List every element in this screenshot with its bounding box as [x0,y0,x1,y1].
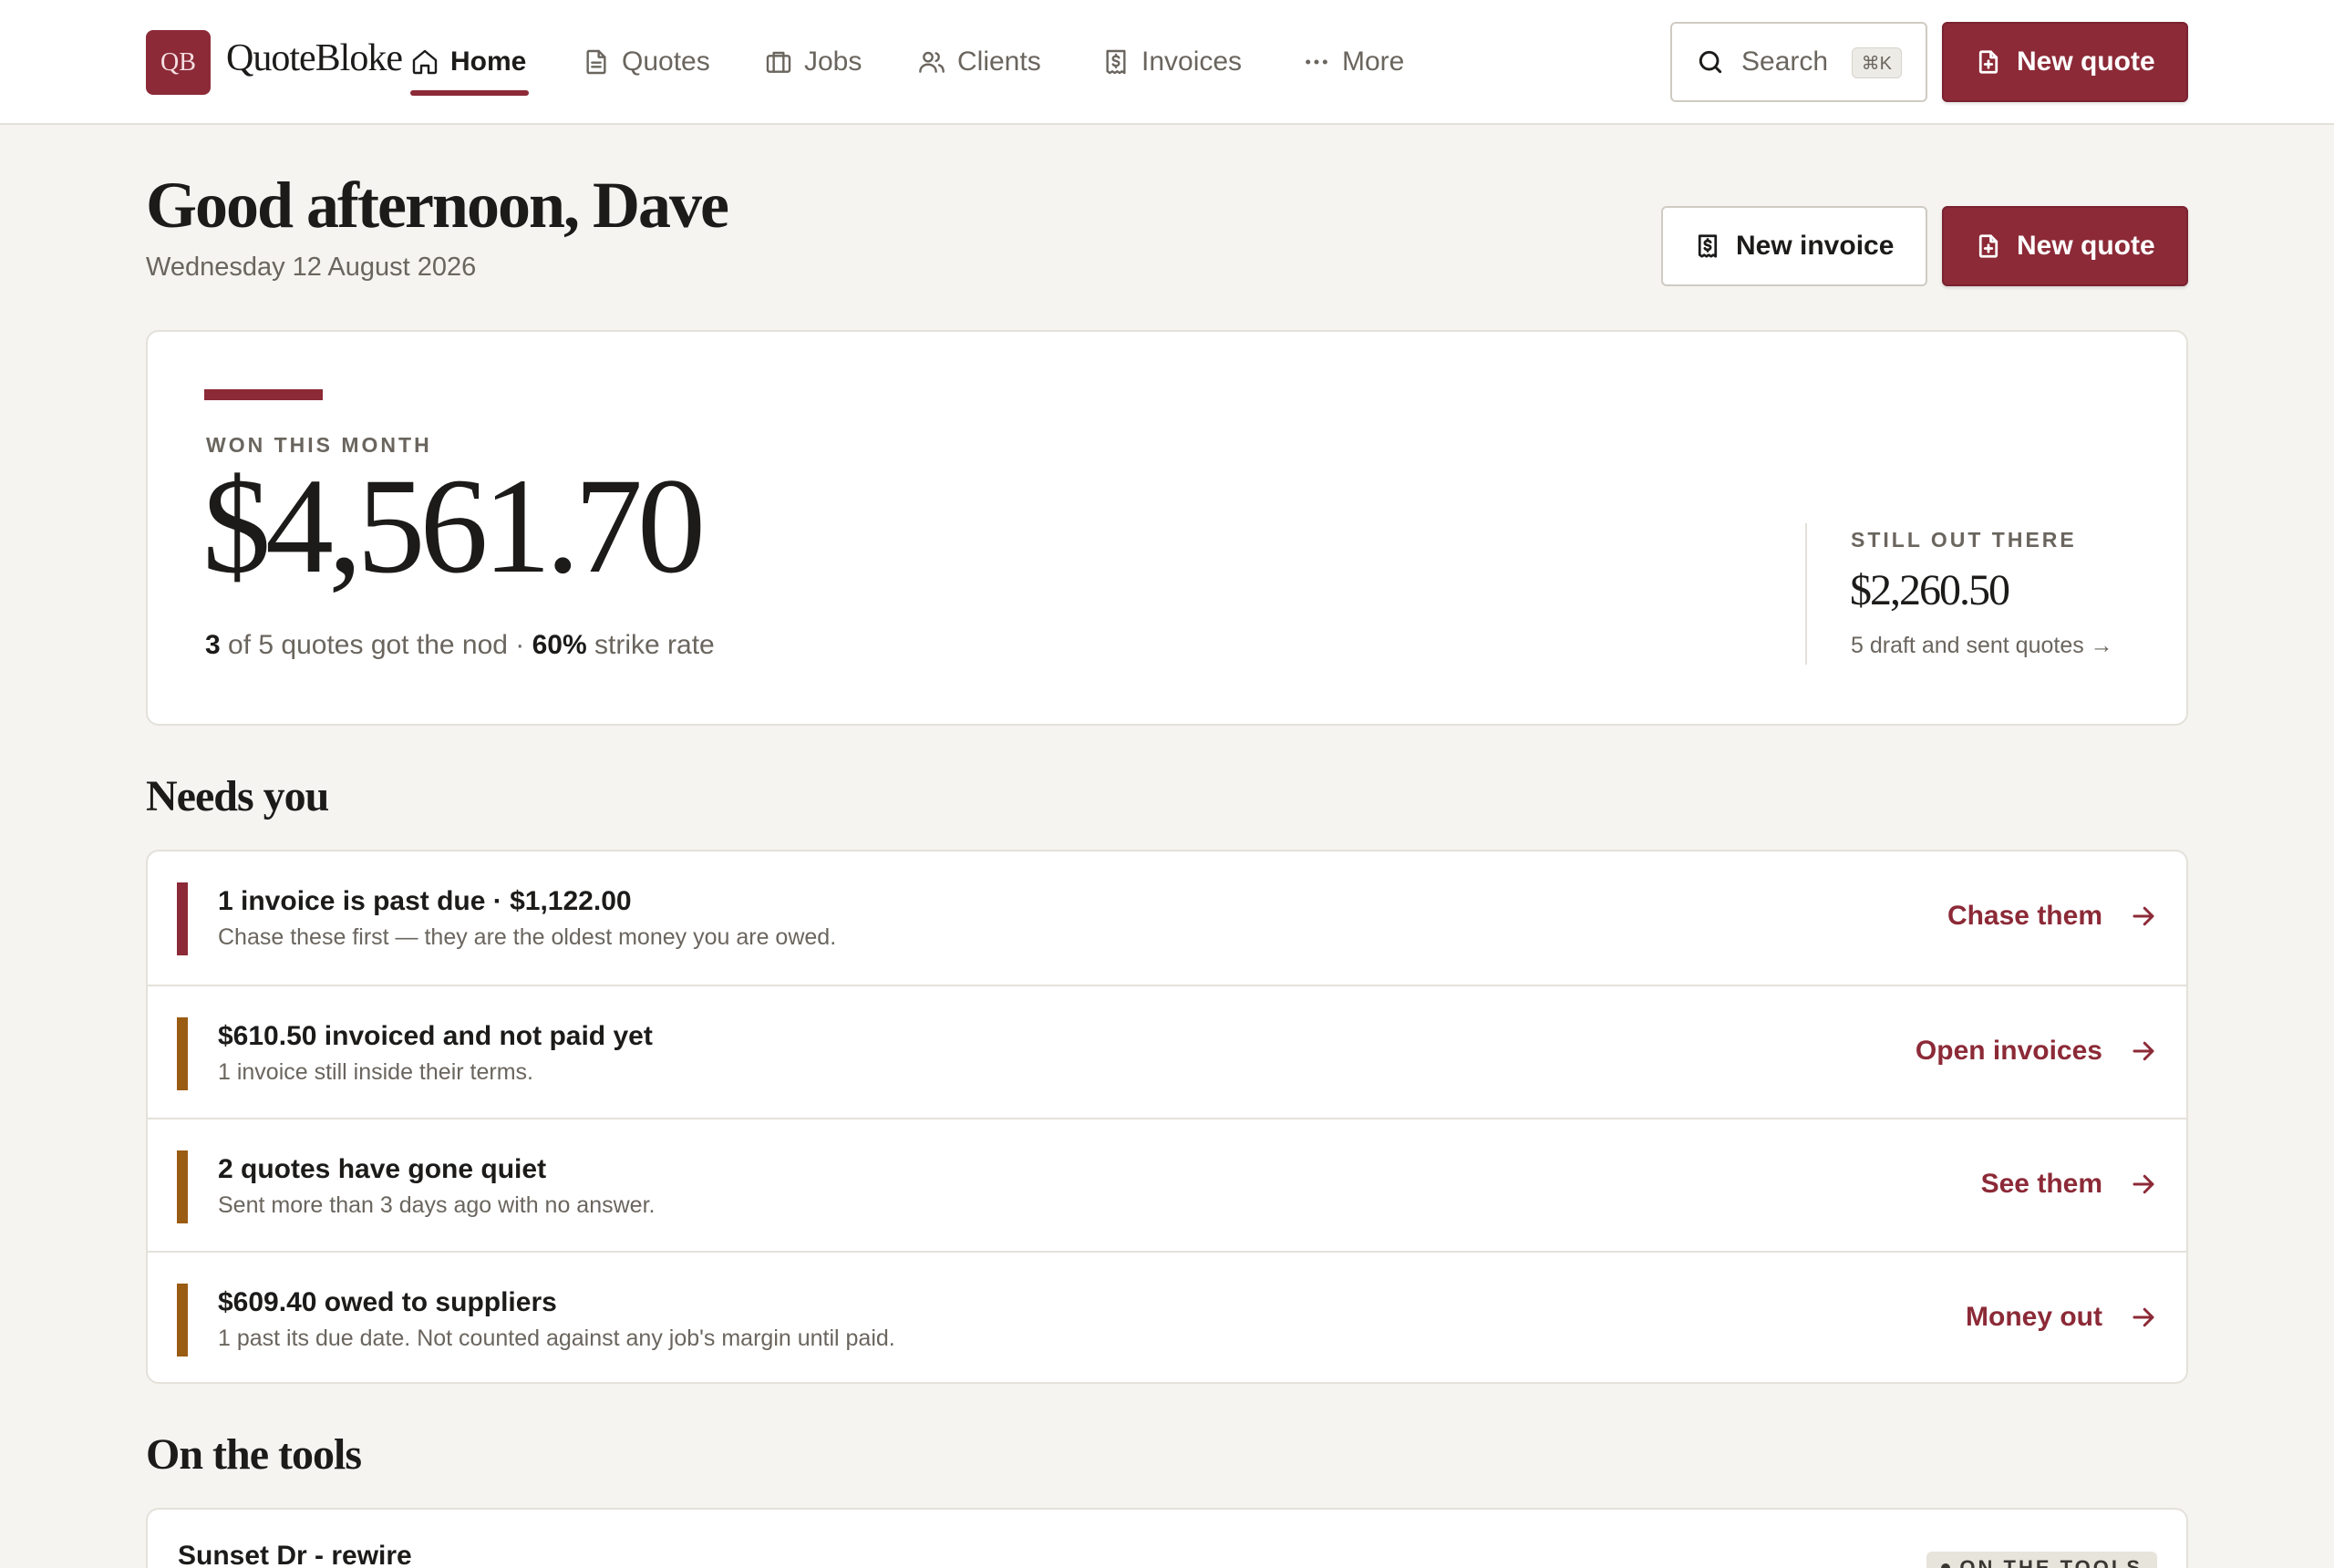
nav-item-clients[interactable]: Clients [917,42,1041,82]
summary-divider [1805,523,1807,665]
receipt-icon [1698,234,1718,258]
ellipsis-icon [1306,59,1327,65]
summary-accent-bar [204,389,323,400]
on-the-tools-title: On the tools [146,1430,362,1479]
severity-bar [177,1017,188,1090]
nav-label-home: Home [450,46,527,77]
job-status-label: ON THE TOOLS [1959,1556,2143,1568]
action-label: See them [1980,1169,2102,1199]
search-button[interactable]: Search ⌘K [1670,22,1927,102]
new-invoice-button[interactable]: New invoice [1661,206,1927,286]
nav-label-more: More [1342,46,1405,77]
new-document-icon [1978,234,1998,258]
home-icon [412,49,438,75]
nav-item-jobs[interactable]: Jobs [764,42,862,82]
strike-rate-label: strike rate [594,630,715,660]
list-item-title: $609.40 owed to suppliers [218,1287,557,1317]
won-amount: $4,561.70 [202,450,706,602]
job-status-badge: ON THE TOOLS [1926,1552,2157,1568]
list-item-title: $610.50 invoiced and not paid yet [218,1021,653,1051]
list-item[interactable]: 1 invoice is past due · $1,122.00 Chase … [148,851,2186,985]
new-quote-button[interactable]: New quote [1942,206,2188,286]
job-card[interactable]: Sunset Dr - rewire ON THE TOOLS [146,1508,2188,1568]
action-label: Chase them [1947,901,2102,931]
new-document-icon [1978,50,1998,74]
search-label: Search [1741,46,1829,77]
arrow-right-icon [2133,1174,2154,1194]
nav-label-invoices: Invoices [1141,46,1243,77]
open-invoices-link[interactable]: Open invoices [1916,1036,2157,1067]
action-label: Money out [1966,1302,2102,1332]
nav-item-invoices[interactable]: Invoices [1101,42,1242,82]
list-item-subtitle: Chase these first — they are the oldest … [218,924,837,950]
strike-rate-value: 60% [532,630,587,660]
money-out-link[interactable]: Money out [1966,1302,2157,1333]
arrow-right-icon [2133,906,2154,926]
top-bar: QB QuoteBloke Home Quotes Jobs Clients I… [0,0,2334,125]
action-label: Open invoices [1915,1036,2102,1066]
page-greeting: Good afternoon, Dave [146,169,729,242]
still-out-amount: $2,260.50 [1850,566,2010,614]
list-item-title: 2 quotes have gone quiet [218,1154,547,1184]
needs-you-list: 1 invoice is past due · $1,122.00 Chase … [146,850,2188,1384]
search-shortcut-badge: ⌘K [1851,47,1902,78]
document-icon [586,49,606,75]
needs-you-title: Needs you [146,772,329,820]
list-item-title: 1 invoice is past due · $1,122.00 [218,886,632,916]
briefcase-icon [766,51,791,73]
list-item[interactable]: $610.50 invoiced and not paid yet 1 invo… [148,985,2186,1118]
arrow-right-icon [2133,1041,2154,1061]
chase-them-link[interactable]: Chase them [1947,901,2157,932]
active-nav-indicator [410,90,529,96]
list-item[interactable]: 2 quotes have gone quiet Sent more than … [148,1118,2186,1251]
nav-label-clients: Clients [957,46,1041,77]
new-quote-label: New quote [2017,231,2155,261]
nav-item-quotes[interactable]: Quotes [582,42,710,82]
severity-bar [177,1284,188,1357]
receipt-icon [1106,49,1126,75]
still-out-label: STILL OUT THERE [1851,528,2077,552]
current-date: Wednesday 12 August 2026 [146,253,477,282]
nav-item-more[interactable]: More [1302,42,1404,82]
new-invoice-label: New invoice [1736,231,1895,261]
severity-bar [177,1150,188,1223]
severity-bar [177,882,188,955]
see-them-link[interactable]: See them [1981,1169,2157,1200]
nav-label-jobs: Jobs [804,46,862,77]
draft-sent-quotes-link[interactable]: 5 draft and sent quotes → [1851,633,2113,659]
list-item-subtitle: 1 past its due date. Not counted against… [218,1326,895,1351]
topbar-new-quote-button[interactable]: New quote [1942,22,2188,102]
list-item-subtitle: 1 invoice still inside their terms. [218,1059,533,1085]
status-dot-icon [1941,1563,1951,1568]
strike-rate-line: 3 of 5 quotes got the nod · 60% strike r… [205,630,715,661]
won-text: of 5 quotes got the nod · [228,630,525,660]
won-count: 3 [205,630,221,660]
logo-badge[interactable]: QB [146,30,211,95]
nav-label-quotes: Quotes [622,46,710,77]
nav-item-home[interactable]: Home [410,42,526,82]
job-title: Sunset Dr - rewire [178,1541,412,1568]
topbar-new-quote-label: New quote [2017,46,2155,77]
app-name[interactable]: QuoteBloke [226,36,403,80]
users-icon [919,51,945,73]
list-item-subtitle: Sent more than 3 days ago with no answer… [218,1192,656,1218]
arrow-right-icon [2133,1307,2154,1327]
search-icon [1699,50,1722,74]
list-item[interactable]: $609.40 owed to suppliers 1 past its due… [148,1251,2186,1382]
